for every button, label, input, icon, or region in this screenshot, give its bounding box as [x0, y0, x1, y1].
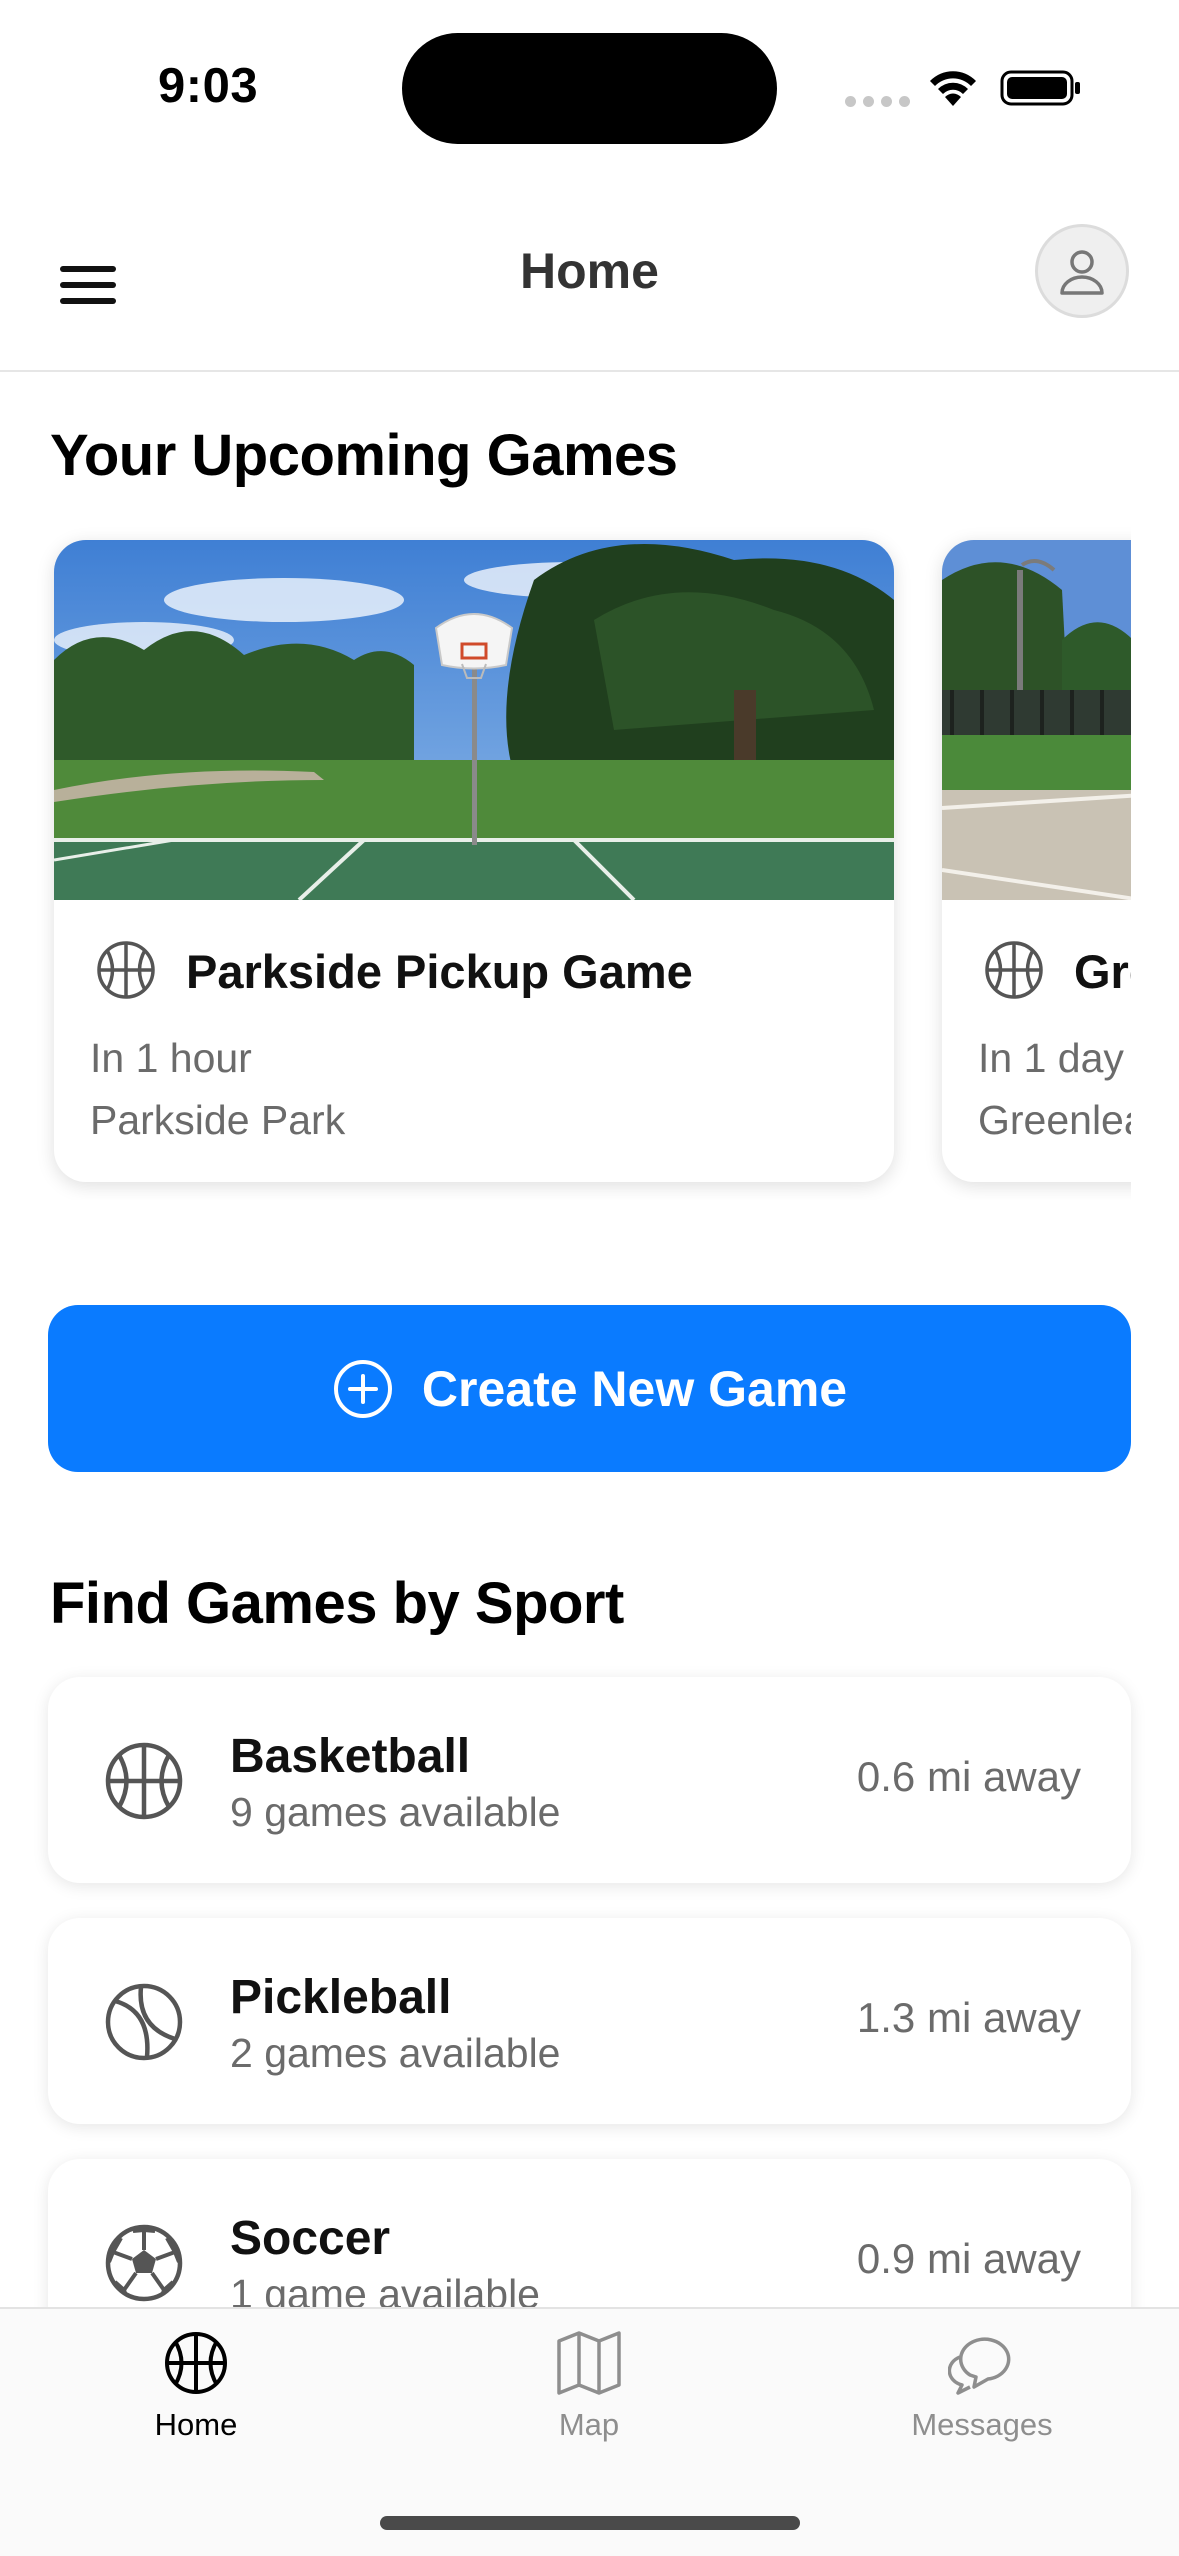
tab-home[interactable]: Home [76, 2329, 316, 2469]
basketball-icon [105, 1742, 183, 1820]
battery-icon [1000, 70, 1080, 106]
home-screen: 9:03 Home Your Upcoming Games Parkside P… [0, 0, 1179, 2556]
tab-map-label: Map [558, 2407, 620, 2442]
sport-name: Basketball [230, 1730, 471, 1783]
upcoming-game-card[interactable]: Parkside Pickup Game In 1 hour Parkside … [54, 540, 894, 1182]
tab-home-label: Home [154, 2407, 238, 2442]
sport-distance: 0.6 mi away [856, 1753, 1081, 1800]
dynamic-island [402, 33, 777, 144]
home-indicator [380, 2516, 800, 2530]
pickleball-icon [105, 1983, 183, 2061]
sport-name: Soccer [230, 2212, 391, 2265]
game-time: In 1 day [978, 1035, 1124, 1081]
find-games-title: Find Games by Sport [50, 1571, 624, 1636]
soccer-ball-icon [105, 2224, 183, 2302]
chat-bubbles-icon [948, 2337, 1011, 2395]
sport-name: Pickleball [230, 1971, 452, 2024]
game-info: Parkside Pickup Game In 1 hour Parkside … [54, 900, 894, 1182]
sport-games-count: 2 games available [230, 2030, 561, 2076]
game-time: In 1 hour [90, 1035, 252, 1081]
status-bar: 9:03 [0, 0, 1179, 175]
game-info: Greenleaf Court Game In 1 day Greenleaf … [942, 900, 1131, 1182]
profile-avatar-button[interactable] [1035, 224, 1129, 318]
sport-distance: 0.9 mi away [856, 2235, 1081, 2282]
page-title: Home [520, 243, 659, 299]
wifi-icon [930, 71, 976, 106]
tab-map[interactable]: Map [469, 2329, 709, 2469]
tab-messages[interactable]: Messages [862, 2329, 1102, 2469]
game-name: Parkside Pickup Game [186, 945, 693, 998]
create-new-game-button[interactable]: Create New Game [48, 1305, 1131, 1472]
upcoming-games-title: Your Upcoming Games [50, 423, 678, 488]
game-location: Parkside Park [90, 1097, 346, 1143]
person-icon [1060, 250, 1104, 295]
sport-distance: 1.3 mi away [856, 1994, 1081, 2041]
upcoming-game-card[interactable]: Greenleaf Court Game In 1 day Greenleaf … [942, 540, 1131, 1182]
tab-messages-label: Messages [911, 2407, 1053, 2442]
court-photo [54, 540, 894, 900]
nav-header: Home [0, 200, 1179, 372]
basketball-icon [165, 2332, 227, 2394]
basketball-icon [97, 941, 155, 999]
status-time: 9:03 [158, 59, 259, 113]
sport-row-basketball[interactable]: Basketball 9 games available 0.6 mi away [48, 1677, 1131, 1883]
basketball-icon [985, 941, 1043, 999]
game-location: Greenleaf Park [978, 1097, 1131, 1143]
plus-circle-icon [333, 1359, 392, 1418]
game-name: Greenleaf Court Game [1074, 945, 1131, 998]
map-icon [557, 2331, 621, 2395]
cellular-signal-icon [845, 96, 910, 107]
sport-row-pickleball[interactable]: Pickleball 2 games available 1.3 mi away [48, 1918, 1131, 2124]
create-new-game-label: Create New Game [421, 1360, 848, 1417]
court-photo [942, 540, 1131, 900]
sport-games-count: 9 games available [230, 1789, 561, 1835]
upcoming-games-carousel[interactable]: Parkside Pickup Game In 1 hour Parkside … [0, 520, 1131, 1200]
